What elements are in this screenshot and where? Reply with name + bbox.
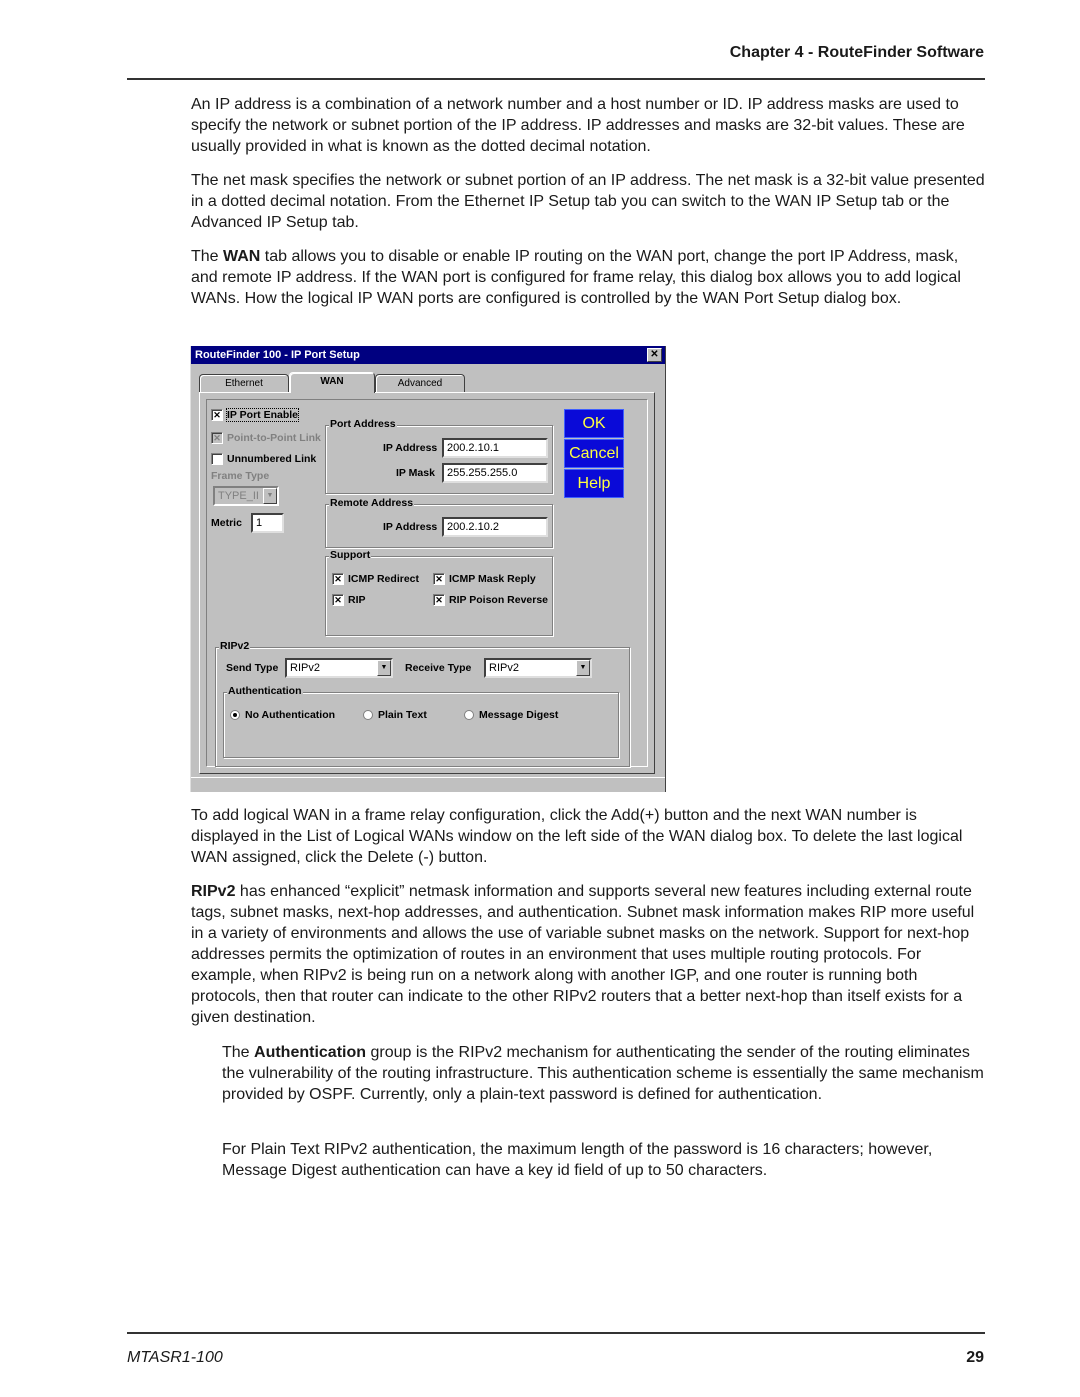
port-ip-address-input[interactable]: 200.2.10.1 [442,438,548,458]
group-label: Support [329,549,372,561]
icmp-mask-reply-checkbox[interactable]: ✕ ICMP Mask Reply [433,573,536,585]
checkbox-label: Unnumbered Link [227,453,317,465]
authentication-group: Authentication [223,685,619,758]
checkbox-box: ✕ [332,573,344,585]
radio-dot [464,710,474,720]
checkbox-label: RIP [348,594,366,606]
paragraph-ip-address: An IP address is a combination of a netw… [191,96,965,155]
receive-type-label: Receive Type [405,662,472,674]
message-digest-radio[interactable]: Message Digest [464,709,558,721]
metric-input[interactable]: 1 [251,513,284,533]
unnumbered-link-checkbox[interactable]: Unnumbered Link [211,453,316,465]
frame-type-value: TYPE_II [218,490,259,502]
radio-label: Message Digest [479,709,559,721]
checkbox-box: ✕ [433,594,445,606]
tab-wan[interactable]: WAN [289,372,375,393]
paragraph-authentication: The Authentication group is the RIPv2 me… [222,1042,987,1105]
receive-type-select[interactable]: RIPv2 ▼ [484,658,592,678]
tab-advanced[interactable]: Advanced [375,374,465,392]
cancel-button[interactable]: Cancel [564,439,624,468]
dialog-status-bar [191,777,665,792]
send-type-value: RIPv2 [290,662,320,674]
footer-rule [127,1332,985,1334]
port-ip-mask-input[interactable]: 255.255.255.0 [442,463,548,483]
group-label: Port Address [329,418,397,430]
close-icon[interactable]: ✕ [647,348,662,362]
checkbox-label: RIP Poison Reverse [449,594,549,606]
dropdown-arrow-icon[interactable]: ▼ [377,660,391,676]
text: The [191,248,224,265]
plain-text-radio[interactable]: Plain Text [363,709,427,721]
port-address-group: Port Address [325,418,553,494]
text: has enhanced “explicit” netmask informat… [191,883,975,1026]
ok-button[interactable]: OK [564,409,624,438]
checkbox-box: ✕ [211,432,223,444]
dropdown-arrow-icon[interactable]: ▼ [576,660,590,676]
dropdown-arrow-icon[interactable]: ▼ [263,488,277,504]
send-type-label: Send Type [226,662,279,674]
point-to-point-link-checkbox[interactable]: ✕ Point-to-Point Link [211,432,321,444]
radio-label: No Authentication [245,709,336,721]
metric-label: Metric [211,517,242,529]
port-ip-address-label: IP Address [383,442,438,454]
checkbox-label: IP Port Enable [226,408,299,422]
paragraph-plain-text: For Plain Text RIPv2 authentication, the… [222,1141,933,1179]
checkbox-label: Point-to-Point Link [227,432,321,444]
page-number: 29 [966,1349,984,1366]
checkbox-label: ICMP Mask Reply [449,573,536,585]
help-button[interactable]: Help [564,469,624,498]
paragraph-wan-tab: The WAN tab allows you to disable or ena… [191,246,986,309]
bold-wan: WAN [223,248,261,265]
no-authentication-radio[interactable]: No Authentication [230,709,335,721]
receive-type-value: RIPv2 [489,662,519,674]
group-label: RIPv2 [219,640,251,652]
frame-type-select[interactable]: TYPE_II ▼ [213,486,279,506]
bold-authentication: Authentication [254,1044,367,1061]
ip-port-setup-dialog: RouteFinder 100 - IP Port Setup ✕ Ethern… [190,346,666,792]
rip-poison-reverse-checkbox[interactable]: ✕ RIP Poison Reverse [433,594,548,606]
checkbox-box: ✕ [433,573,445,585]
send-type-select[interactable]: RIPv2 ▼ [285,658,393,678]
radio-label: Plain Text [378,709,427,721]
port-ip-mask-label: IP Mask [396,467,435,479]
radio-dot [363,710,373,720]
frame-type-label: Frame Type [211,470,270,482]
text: The [222,1044,255,1061]
paragraph-ripv2: RIPv2 has enhanced “explicit” netmask in… [191,881,986,1028]
paragraph-net-mask: The net mask specifies the network or su… [191,172,985,231]
group-label: Authentication [227,685,303,697]
radio-dot [230,710,240,720]
checkbox-label: ICMP Redirect [348,573,419,585]
footer-doc-id: MTASR1-100 [127,1349,223,1366]
remote-ip-address-label: IP Address [383,521,438,533]
bold-ripv2: RIPv2 [191,883,236,900]
chapter-header: Chapter 4 - RouteFinder Software [729,44,984,61]
rip-checkbox[interactable]: ✕ RIP [332,594,366,606]
checkbox-box: ✕ [332,594,344,606]
header-rule [127,78,985,80]
icmp-redirect-checkbox[interactable]: ✕ ICMP Redirect [332,573,419,585]
dialog-titlebar: RouteFinder 100 - IP Port Setup ✕ [191,346,665,364]
paragraph-add-logical-wan: To add logical WAN in a frame relay conf… [191,807,963,866]
dialog-title: RouteFinder 100 - IP Port Setup [195,349,360,361]
text: tab allows you to disable or enable IP r… [191,248,961,307]
ip-port-enable-checkbox[interactable]: ✕ IP Port Enable [211,408,299,422]
remote-ip-address-input[interactable]: 200.2.10.2 [442,517,548,537]
group-label: Remote Address [329,497,415,509]
checkbox-box [211,453,223,465]
checkbox-box: ✕ [211,409,223,421]
tab-ethernet[interactable]: Ethernet [199,374,289,392]
